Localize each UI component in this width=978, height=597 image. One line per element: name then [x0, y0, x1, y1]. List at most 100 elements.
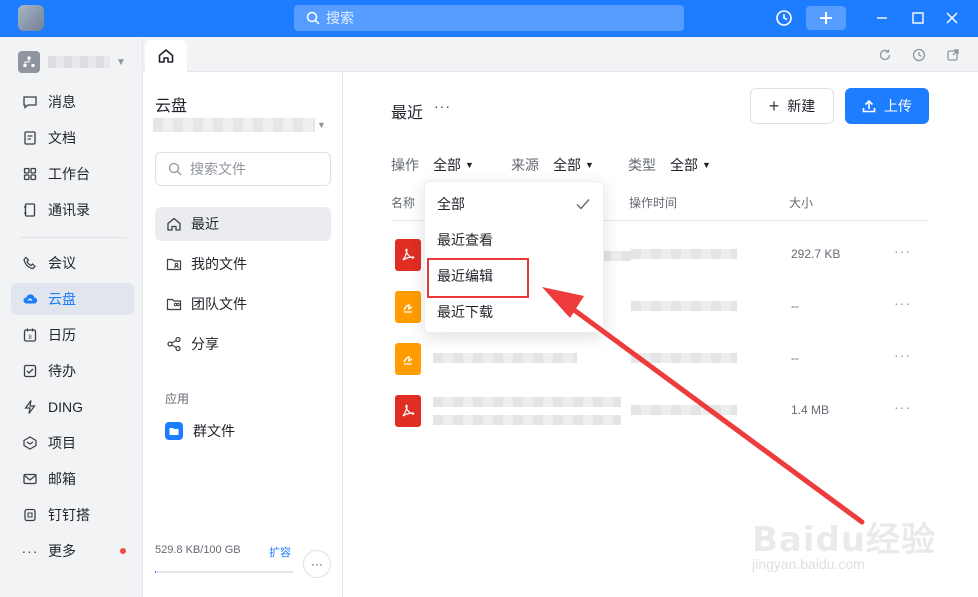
organization-icon [18, 51, 40, 73]
file-search-placeholder: 搜索文件 [190, 161, 246, 177]
upload-icon [862, 99, 876, 113]
filter-operation[interactable]: 操作 全部 ▼ [391, 155, 474, 175]
external-open-button[interactable] [945, 47, 961, 63]
nav-item-workbench[interactable]: 工作台 [11, 158, 134, 190]
row-more-icon[interactable]: ··· [894, 243, 911, 259]
create-button[interactable] [806, 6, 846, 30]
pdf-file-icon [395, 239, 421, 271]
refresh-button[interactable] [877, 47, 893, 63]
drive-item-recent[interactable]: 最近 [155, 207, 331, 241]
nav-item-messages[interactable]: 消息 [11, 86, 134, 118]
maximize-button[interactable] [906, 6, 930, 30]
filter-source[interactable]: 来源 全部 ▼ [511, 155, 594, 175]
drive-item-label: 我的文件 [191, 256, 247, 272]
left-navigation: ▼ 消息 文档 工作台 通讯录 会议 云盘 8 日历 待办 DING 项目 邮箱… [0, 37, 143, 597]
drive-item-my-files[interactable]: 我的文件 [155, 247, 331, 281]
nav-item-documents[interactable]: 文档 [11, 122, 134, 154]
nav-item-contacts[interactable]: 通讯录 [11, 194, 134, 226]
expand-storage-link[interactable]: 扩容 [269, 544, 291, 560]
nav-item-ding[interactable]: DING [11, 391, 134, 423]
time-blurred [631, 249, 737, 259]
time-blurred [631, 353, 737, 363]
file-name-blurred [601, 251, 631, 261]
global-search-input[interactable]: 搜索 [294, 5, 684, 31]
row-more-icon[interactable]: ··· [894, 347, 911, 363]
filter-value: 全部 [433, 157, 461, 173]
nav-item-meetings[interactable]: 会议 [11, 247, 134, 279]
search-icon [306, 11, 320, 25]
more-icon: ··· [21, 543, 39, 559]
nav-item-label: 云盘 [48, 291, 76, 307]
drive-item-label: 最近 [191, 216, 219, 232]
mail-icon [21, 470, 39, 488]
nav-item-more[interactable]: ··· 更多 [11, 535, 134, 567]
document-file-icon [395, 343, 421, 375]
title-more-icon[interactable]: ··· [434, 98, 451, 114]
nav-item-label: DING [48, 399, 83, 415]
tab-home[interactable] [145, 40, 187, 72]
nav-item-todo[interactable]: 待办 [11, 355, 134, 387]
storage-progress-fill [155, 571, 157, 573]
dropdown-item-all[interactable]: 全部 [425, 186, 605, 222]
column-header-name[interactable]: 名称 [391, 194, 415, 211]
drive-more-button[interactable]: ··· [303, 550, 331, 578]
column-header-time[interactable]: 操作时间 [629, 194, 677, 211]
share-icon [165, 335, 183, 353]
row-more-icon[interactable]: ··· [894, 399, 911, 415]
checkmark-icon [576, 199, 590, 210]
close-button[interactable] [940, 6, 964, 30]
chevron-down-icon[interactable]: ▼ [317, 120, 326, 130]
drive-item-team-files[interactable]: 团队文件 [155, 287, 331, 321]
todo-icon [21, 362, 39, 380]
filter-value: 全部 [670, 157, 698, 173]
pdf-file-icon [395, 395, 421, 427]
storage-usage: 529.8 KB/100 GB [155, 544, 241, 556]
more-icon: ··· [311, 557, 323, 571]
nav-item-builder[interactable]: 钉钉搭 [11, 499, 134, 531]
drive-item-label: 团队文件 [191, 296, 247, 312]
upload-button[interactable]: 上传 [845, 88, 929, 124]
nav-item-label: 通讯录 [48, 202, 90, 218]
drive-item-share[interactable]: 分享 [155, 327, 331, 361]
new-button-label: 新建 [787, 98, 816, 114]
new-button[interactable]: + 新建 [750, 88, 834, 124]
file-name-blurred [433, 415, 621, 425]
drive-item-label: 分享 [191, 336, 219, 352]
filter-type[interactable]: 类型 全部 ▼ [628, 155, 711, 175]
file-search-input[interactable]: 搜索文件 [155, 152, 331, 186]
table-row[interactable]: -- ··· [391, 333, 929, 385]
nav-item-label: 项目 [48, 435, 76, 451]
apps-section-label: 应用 [165, 392, 190, 406]
nav-item-calendar[interactable]: 8 日历 [11, 319, 134, 351]
tab-history-button[interactable] [911, 47, 927, 63]
file-size: 1.4 MB [791, 403, 830, 417]
file-size: 292.7 KB [791, 247, 841, 261]
title-bar: 搜索 [0, 0, 978, 37]
organization-switcher[interactable]: ▼ [18, 51, 126, 73]
drive-app-group-files[interactable]: 群文件 [155, 414, 331, 448]
storage-progress-bar [155, 571, 293, 573]
nav-item-projects[interactable]: 项目 [11, 427, 134, 459]
svg-text:8: 8 [28, 335, 32, 341]
column-header-size[interactable]: 大小 [789, 194, 813, 211]
table-row[interactable]: 1.4 MB ··· [391, 385, 929, 437]
plus-icon: + [768, 95, 780, 116]
dropdown-item-recently-viewed[interactable]: 最近查看 [425, 222, 605, 258]
home-icon [165, 215, 183, 233]
drive-title: 云盘 [155, 98, 188, 115]
row-more-icon[interactable]: ··· [894, 295, 911, 311]
project-icon [21, 434, 39, 452]
history-button[interactable] [772, 6, 796, 30]
chevron-down-icon: ▼ [116, 56, 126, 68]
file-size: -- [791, 351, 799, 365]
nav-item-mail[interactable]: 邮箱 [11, 463, 134, 495]
nav-item-cloud-drive[interactable]: 云盘 [11, 283, 134, 315]
history-icon [776, 10, 792, 26]
nav-divider [20, 237, 126, 238]
minimize-button[interactable] [870, 6, 894, 30]
filter-label: 来源 [511, 157, 539, 173]
dropdown-item-recently-downloaded[interactable]: 最近下载 [425, 294, 605, 330]
filter-label: 操作 [391, 157, 419, 173]
filter-value: 全部 [553, 157, 581, 173]
time-blurred [631, 405, 737, 415]
